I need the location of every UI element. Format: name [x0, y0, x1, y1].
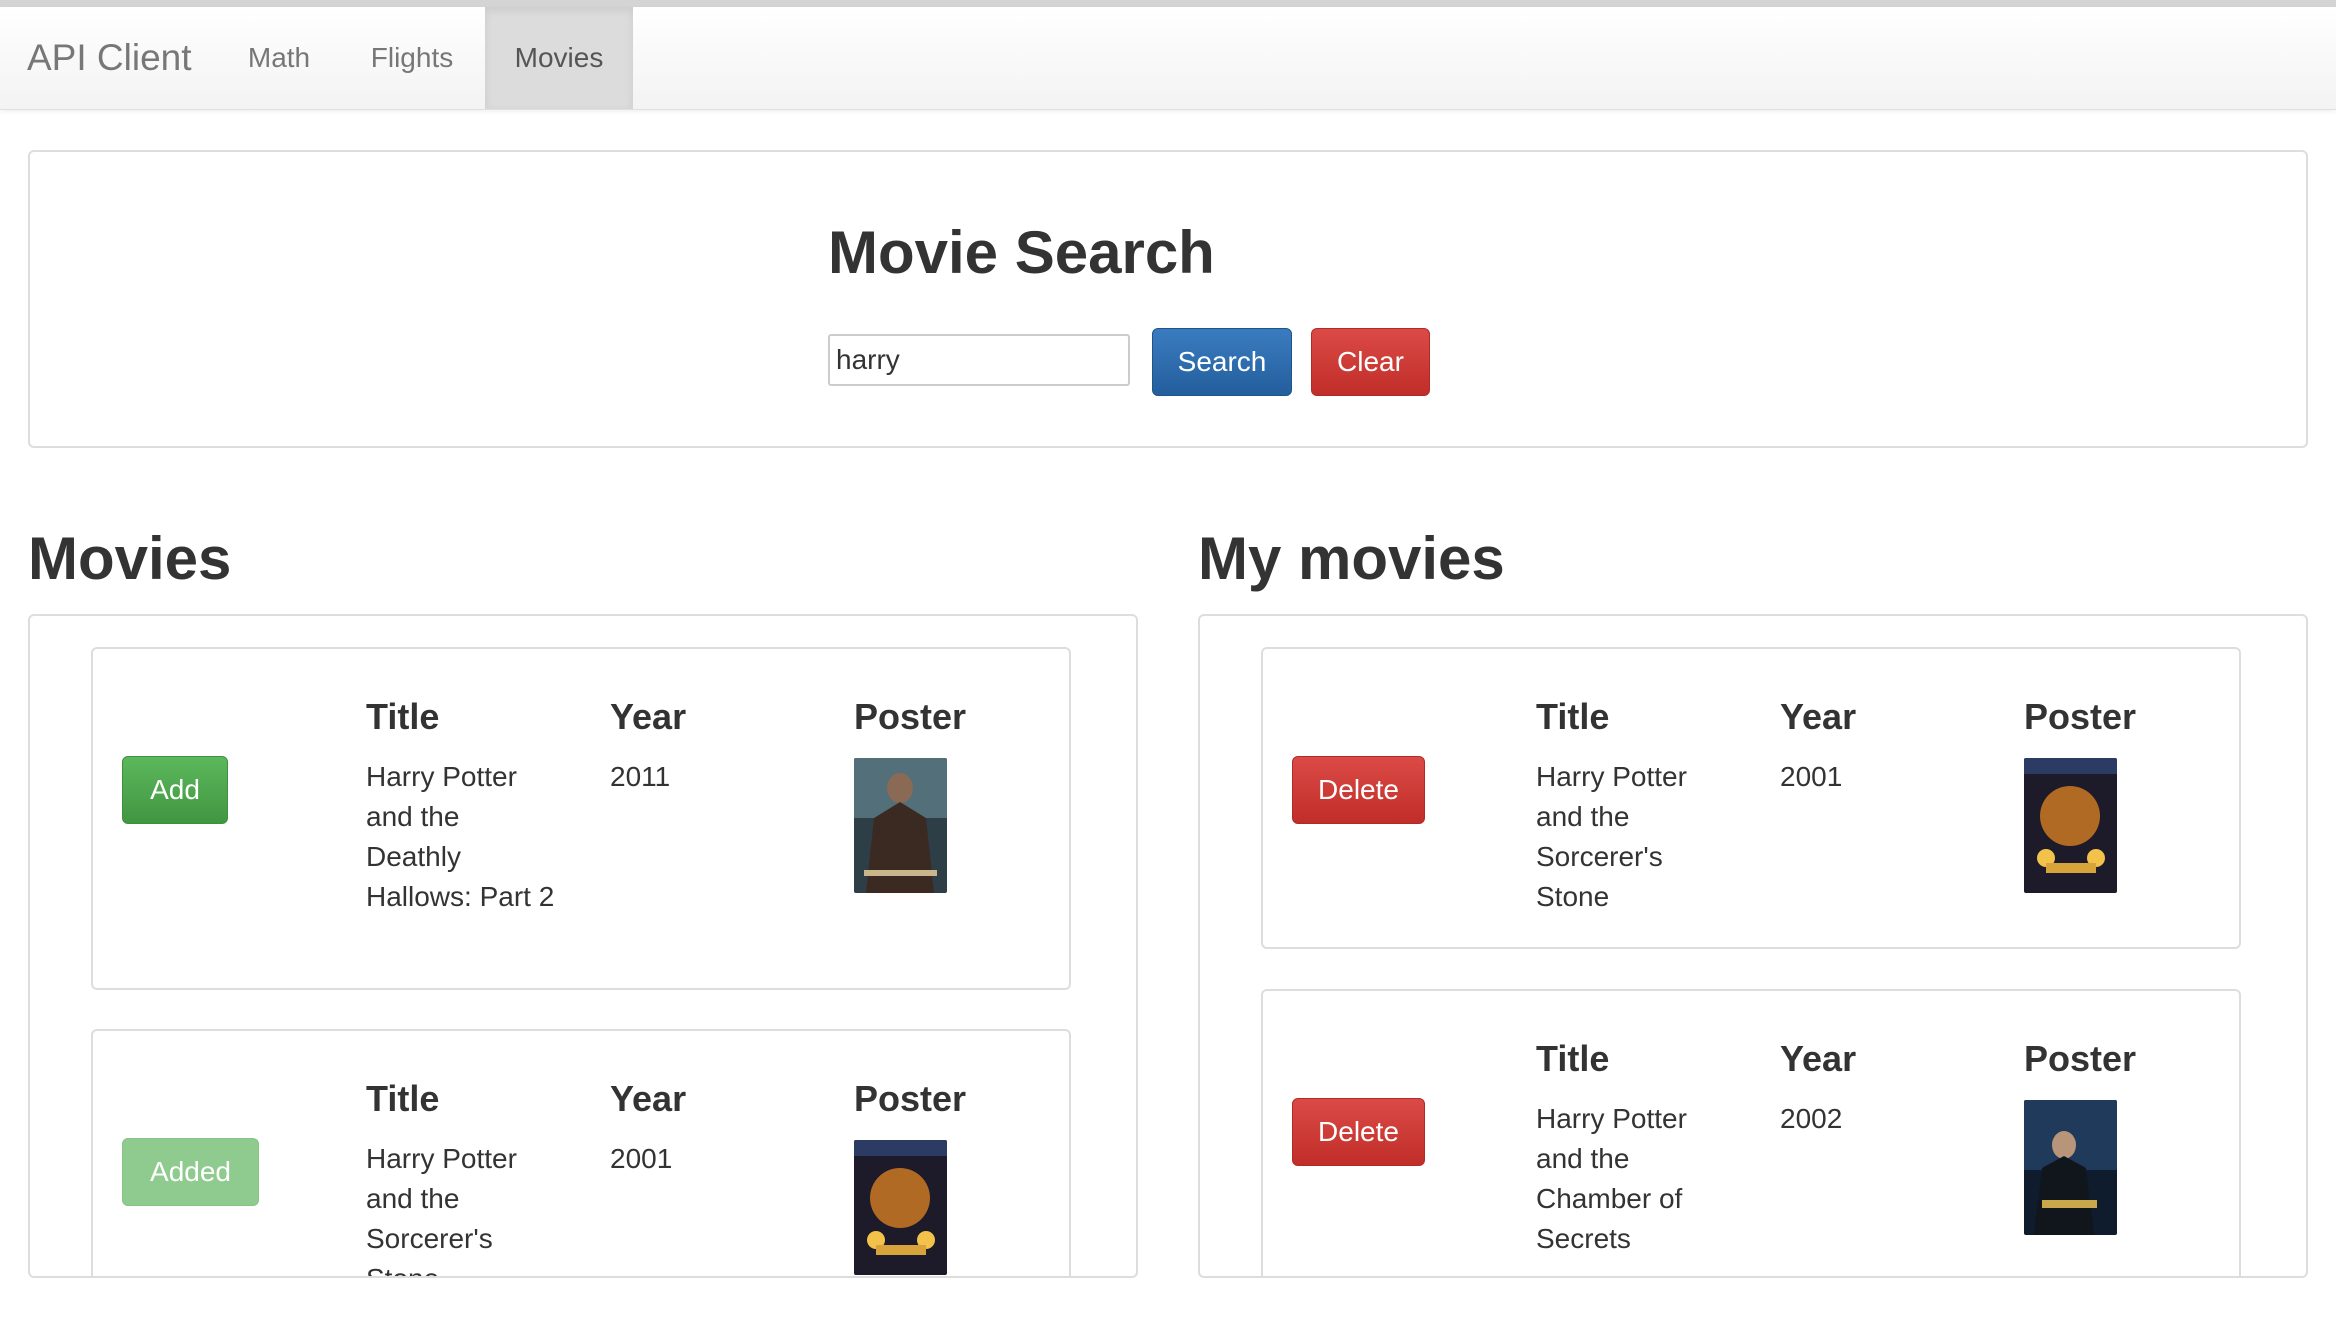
delete-button[interactable]: Delete	[1292, 1098, 1425, 1166]
movie-card: Added Title Year Poster Harry Potter and…	[91, 1029, 1071, 1276]
title-header: Title	[1536, 1038, 1610, 1079]
movies-panel: Add Title Year Poster Harry Potter and t…	[28, 614, 1138, 1278]
my-movies-heading: My movies	[1198, 525, 1505, 592]
add-button[interactable]: Add	[122, 756, 228, 824]
year-header: Year	[1780, 696, 1857, 737]
movie-poster	[2024, 758, 2117, 893]
my-movies-panel: Delete Title Year Poster Harry Potter an…	[1198, 614, 2308, 1278]
nav-movies[interactable]: Movies	[485, 7, 633, 109]
movie-title: Harry Potter and the Deathly Hallows: Pa…	[366, 761, 555, 912]
movie-poster	[2024, 1100, 2117, 1235]
year-header: Year	[610, 696, 687, 737]
search-title: Movie Search	[828, 219, 1215, 286]
poster-header: Poster	[854, 1078, 967, 1119]
poster-header: Poster	[2024, 696, 2137, 737]
my-movie-card: Delete Title Year Poster Harry Potter an…	[1261, 647, 2241, 949]
title-header: Title	[1536, 696, 1610, 737]
year-header: Year	[1780, 1038, 1857, 1079]
movie-poster	[854, 1140, 947, 1275]
title-header: Title	[366, 696, 440, 737]
movie-year: 2001	[1780, 761, 1843, 792]
movie-year: 2001	[610, 1143, 673, 1174]
added-button[interactable]: Added	[122, 1138, 259, 1206]
movie-title: Harry Potter and the Sorcerer's Stone	[366, 1143, 517, 1276]
movie-year: 2011	[610, 761, 671, 792]
search-button[interactable]: Search	[1152, 328, 1292, 396]
poster-header: Poster	[854, 696, 967, 737]
search-input[interactable]	[828, 334, 1130, 386]
nav-flights[interactable]: Flights	[350, 7, 474, 109]
navbar: API Client Math Flights Movies	[0, 7, 2336, 110]
movies-heading: Movies	[28, 525, 232, 592]
my-movie-card: Delete Title Year Poster Harry Potter an…	[1261, 989, 2241, 1276]
movie-card: Add Title Year Poster Harry Potter and t…	[91, 647, 1071, 990]
movie-poster	[854, 758, 947, 893]
movie-title: Harry Potter and the Chamber of Secrets	[1536, 1103, 1687, 1254]
movie-title: Harry Potter and the Sorcerer's Stone	[1536, 761, 1687, 912]
window-top-border	[0, 0, 2336, 7]
movie-year: 2002	[1780, 1103, 1843, 1134]
nav-math[interactable]: Math	[224, 7, 334, 109]
year-header: Year	[610, 1078, 687, 1119]
search-panel	[28, 150, 2308, 448]
title-header: Title	[366, 1078, 440, 1119]
brand-link[interactable]: API Client	[27, 7, 192, 109]
poster-header: Poster	[2024, 1038, 2137, 1079]
clear-button[interactable]: Clear	[1311, 328, 1430, 396]
delete-button[interactable]: Delete	[1292, 756, 1425, 824]
